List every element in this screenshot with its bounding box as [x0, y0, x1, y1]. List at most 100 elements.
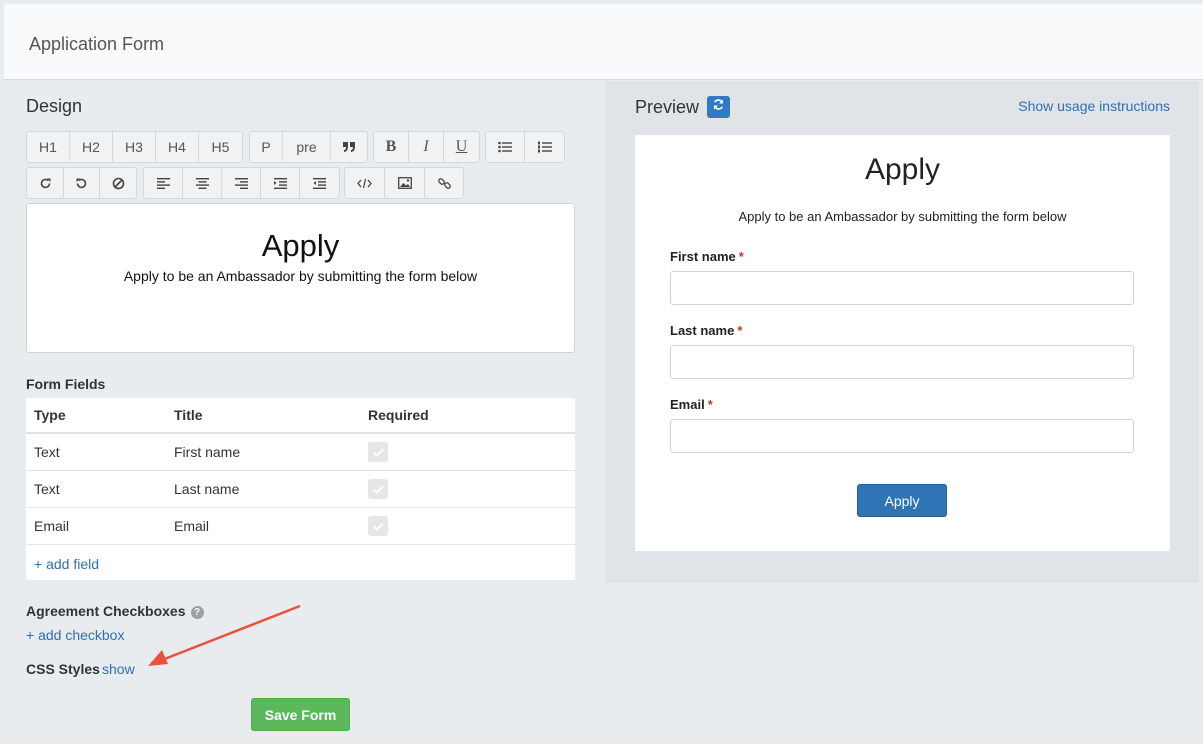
email-label: Email *	[670, 397, 713, 412]
annotation-arrow-icon	[148, 604, 301, 666]
check-icon	[372, 485, 384, 494]
design-section-title: Design	[26, 96, 83, 116]
required-mark: *	[738, 249, 744, 264]
italic-button[interactable]: I	[409, 132, 444, 162]
table-header-row: Type Title Required	[26, 398, 575, 434]
italic-icon: I	[423, 138, 429, 155]
page-header: Application Form	[4, 4, 1203, 80]
undo-icon	[75, 177, 88, 190]
column-header-title: Title	[174, 407, 203, 423]
check-icon	[372, 522, 384, 531]
preview-panel: Preview Show usage instructions Apply Ap…	[605, 81, 1199, 583]
code-icon	[357, 178, 372, 189]
indent-icon	[273, 177, 287, 189]
link-icon	[437, 177, 451, 190]
h5-button[interactable]: H5	[199, 132, 242, 162]
required-mark: *	[737, 323, 743, 338]
undo-button[interactable]	[64, 168, 100, 198]
editor-heading: Apply	[261, 228, 340, 263]
align-center-icon	[195, 177, 209, 189]
check-icon	[372, 448, 384, 457]
text-style-toolbar-group: B I U	[373, 131, 480, 163]
align-right-icon	[234, 177, 248, 189]
css-styles-title: CSS Styles	[26, 661, 100, 677]
redo-icon	[39, 177, 52, 190]
list-toolbar-group	[485, 131, 565, 163]
bold-icon: B	[385, 138, 397, 155]
refresh-icon	[712, 98, 725, 116]
preview-title: Preview	[635, 97, 700, 117]
preview-heading: Apply	[864, 153, 941, 186]
editor-paragraph: Apply to be an Ambassador by submitting …	[123, 268, 478, 284]
page-title: Application Form	[29, 34, 165, 54]
first-name-label: First name *	[670, 249, 744, 264]
h4-button[interactable]: H4	[156, 132, 199, 162]
required-checkbox[interactable]	[368, 479, 388, 499]
field-title: First name	[174, 444, 241, 460]
link-button[interactable]	[425, 168, 463, 198]
numbered-list-button[interactable]	[525, 132, 564, 162]
blockquote-button[interactable]	[331, 132, 367, 162]
underline-icon: U	[455, 138, 468, 155]
last-name-label: Last name *	[670, 323, 743, 338]
email-input[interactable]	[670, 419, 1134, 453]
field-type: Email	[34, 518, 70, 534]
required-checkbox[interactable]	[368, 442, 388, 462]
image-icon	[397, 177, 412, 189]
heading-toolbar-group: H1 H2 H3 H4 H5	[26, 131, 243, 163]
align-toolbar-group	[143, 167, 340, 199]
clear-format-icon	[112, 177, 125, 190]
align-center-button[interactable]	[183, 168, 222, 198]
field-type: Text	[34, 481, 60, 497]
h2-button[interactable]: H2	[70, 132, 113, 162]
align-right-button[interactable]	[222, 168, 261, 198]
required-mark: *	[707, 397, 713, 412]
content-editor[interactable]: Apply Apply to be an Ambassador by submi…	[26, 203, 575, 353]
block-toolbar-group: P pre	[249, 131, 368, 163]
history-toolbar-group	[26, 167, 137, 199]
preview-form-card: Apply Apply to be an Ambassador by submi…	[635, 135, 1170, 551]
column-header-required: Required	[368, 407, 429, 423]
field-title: Email	[174, 518, 210, 534]
h1-button[interactable]: H1	[27, 132, 70, 162]
insert-toolbar-group	[344, 167, 464, 199]
bullet-list-button[interactable]	[486, 132, 525, 162]
bullet-list-icon	[498, 141, 512, 153]
table-row[interactable]: Text First name	[26, 434, 575, 471]
field-type: Text	[34, 444, 60, 460]
clear-format-button[interactable]	[100, 168, 136, 198]
underline-button[interactable]: U	[444, 132, 479, 162]
pre-button[interactable]: pre	[283, 132, 331, 162]
css-styles-show-link[interactable]: show	[102, 661, 135, 677]
form-fields-title: Form Fields	[26, 376, 106, 392]
table-row[interactable]: Text Last name	[26, 471, 575, 508]
indent-button[interactable]	[261, 168, 300, 198]
required-checkbox[interactable]	[368, 516, 388, 536]
preview-paragraph: Apply to be an Ambassador by submitting …	[738, 209, 1067, 224]
code-button[interactable]	[345, 168, 385, 198]
add-checkbox-link[interactable]: + add checkbox	[26, 627, 124, 643]
add-field-row: + add field	[26, 545, 575, 582]
last-name-input[interactable]	[670, 345, 1134, 379]
show-usage-instructions-link[interactable]: Show usage instructions	[1018, 98, 1170, 114]
image-button[interactable]	[385, 168, 425, 198]
bold-button[interactable]: B	[374, 132, 409, 162]
form-fields-table: Type Title Required Text First name Text…	[26, 398, 575, 580]
redo-button[interactable]	[27, 168, 64, 198]
table-row[interactable]: Email Email	[26, 508, 575, 545]
column-header-type: Type	[34, 407, 66, 423]
align-left-icon	[156, 177, 170, 189]
add-field-link[interactable]: + add field	[34, 556, 99, 572]
blockquote-icon	[342, 141, 356, 153]
h3-button[interactable]: H3	[113, 132, 156, 162]
numbered-list-icon	[537, 141, 552, 153]
outdent-button[interactable]	[300, 168, 339, 198]
field-title: Last name	[174, 481, 240, 497]
apply-button[interactable]: Apply	[857, 484, 947, 517]
refresh-preview-button[interactable]	[707, 96, 730, 118]
outdent-icon	[313, 177, 326, 189]
first-name-input[interactable]	[670, 271, 1134, 305]
align-left-button[interactable]	[144, 168, 183, 198]
paragraph-button[interactable]: P	[250, 132, 283, 162]
save-form-button[interactable]: Save Form	[251, 698, 350, 731]
